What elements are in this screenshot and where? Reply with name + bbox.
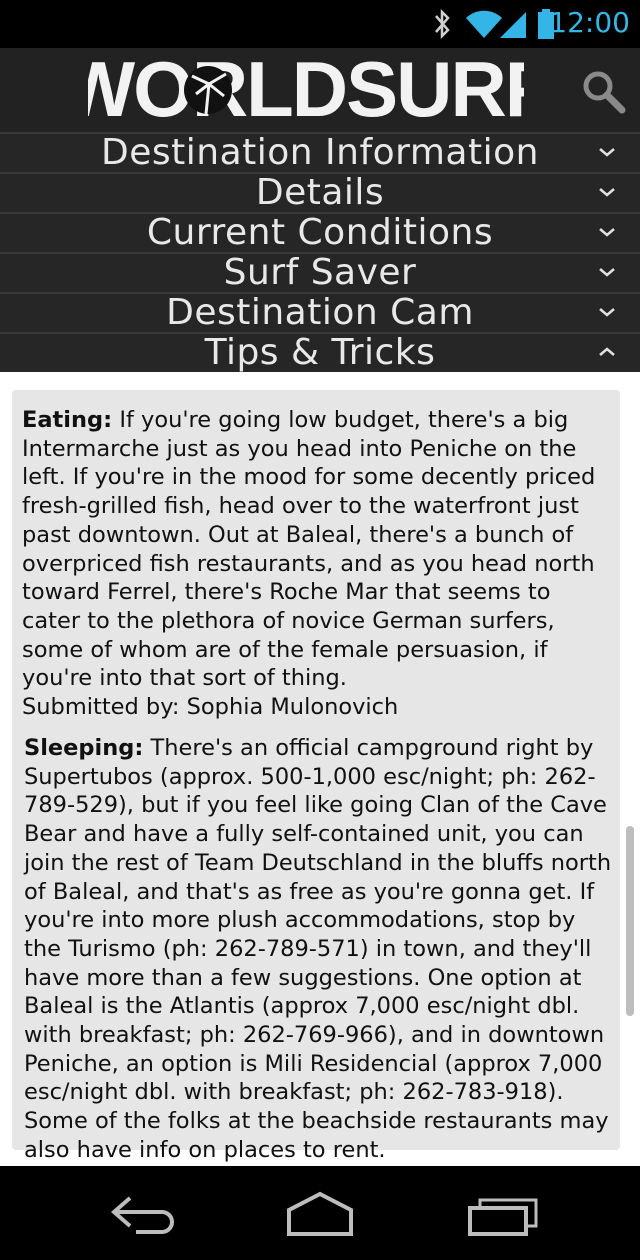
chevron-down-icon [599, 308, 615, 317]
tip-heading: Eating: [22, 407, 113, 433]
section-destination-information[interactable]: Destination Information [0, 132, 640, 173]
recent-apps-icon[interactable] [456, 1188, 546, 1238]
chevron-down-icon [599, 228, 615, 237]
section-surf-saver[interactable]: Surf Saver [0, 252, 640, 293]
section-destination-cam[interactable]: Destination Cam [0, 292, 640, 333]
chevron-up-icon [599, 347, 615, 356]
search-icon[interactable] [580, 68, 628, 116]
section-label: Tips & Tricks [204, 332, 436, 373]
section-current-conditions[interactable]: Current Conditions [0, 212, 640, 253]
chevron-down-icon [599, 188, 615, 197]
clock: 12:00 [549, 6, 630, 39]
chevron-down-icon [599, 148, 615, 157]
tip-body: There's an official campground right by … [24, 735, 612, 1163]
tips-card: Eating: If you're going low budget, ther… [12, 390, 620, 1163]
tip-submitted-by: Submitted by: Sophia Mulonovich [22, 694, 399, 721]
status-bar: 12:00 [0, 0, 640, 48]
chevron-down-icon [599, 268, 615, 277]
navigation-bar [0, 1166, 640, 1260]
section-label: Destination Cam [166, 292, 474, 333]
bluetooth-icon [435, 8, 450, 40]
section-label: Details [255, 172, 385, 213]
back-icon[interactable] [96, 1188, 186, 1238]
section-label: Current Conditions [146, 212, 494, 253]
signal-icon [500, 12, 526, 38]
svg-text:WORLDSURF: WORLDSURF [88, 54, 524, 126]
section-details[interactable]: Details [0, 172, 640, 213]
worldsurf-logo: WORLDSURF [88, 54, 524, 126]
section-tips-and-tricks[interactable]: Tips & Tricks [0, 332, 640, 373]
tip-heading: Sleeping: [24, 735, 144, 761]
scrollbar-thumb[interactable] [626, 826, 634, 1016]
home-icon[interactable] [275, 1188, 365, 1238]
tips-content[interactable]: Eating: If you're going low budget, ther… [0, 374, 640, 1166]
section-label: Destination Information [101, 132, 539, 173]
tip-eating: Eating: If you're going low budget, ther… [22, 406, 612, 722]
section-label: Surf Saver [223, 252, 417, 293]
app-header: WORLDSURF [0, 48, 640, 132]
tip-body: If you're going low budget, there's a bi… [22, 407, 596, 692]
section-accordion: Destination Information Details Current … [0, 132, 640, 373]
tip-sleeping: Sleeping: There's an official campground… [24, 734, 614, 1165]
